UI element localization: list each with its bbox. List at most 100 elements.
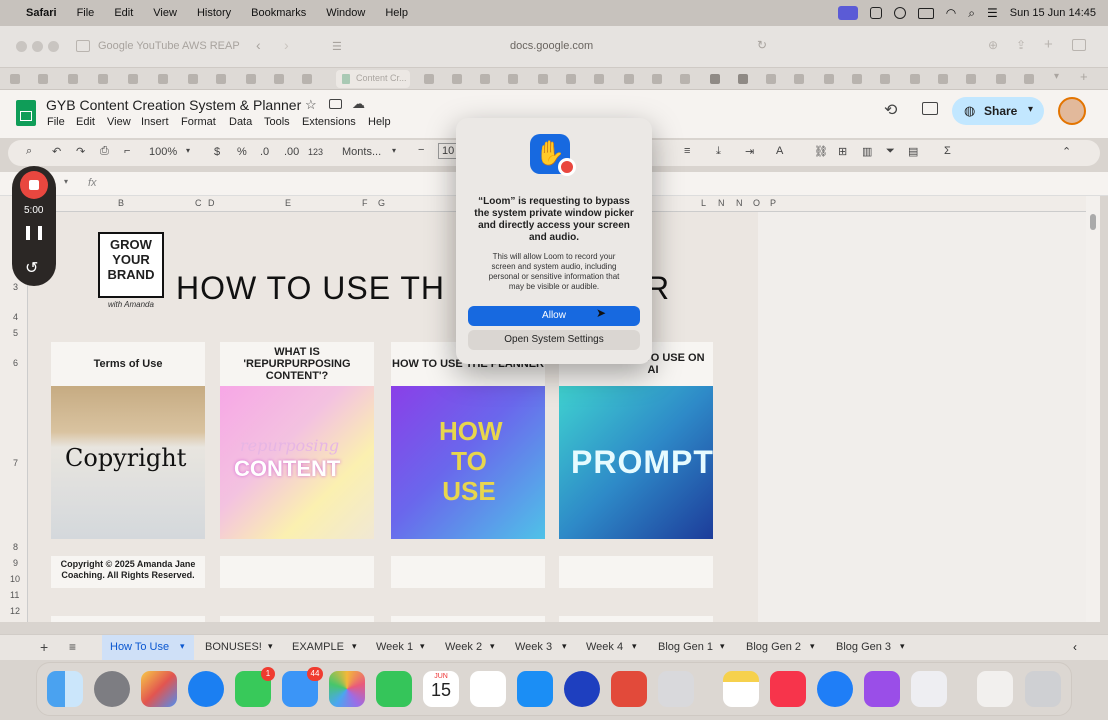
tab-favicon[interactable] <box>1024 74 1034 84</box>
photos-icon[interactable] <box>329 671 365 707</box>
currency-format-button[interactable]: $ <box>214 146 220 158</box>
empty-cell[interactable] <box>391 556 545 588</box>
screen-record-icon[interactable] <box>837 6 858 20</box>
tab-chevron-icon[interactable]: ▾ <box>420 641 425 652</box>
tab-favicon[interactable] <box>274 74 284 84</box>
doc-menu-edit[interactable]: Edit <box>76 116 95 128</box>
tab-favicon[interactable] <box>508 74 518 84</box>
row-8-header[interactable]: 8 <box>13 542 18 552</box>
star-icon[interactable]: ☆ <box>305 97 317 113</box>
open-system-settings-button[interactable]: Open System Settings <box>468 330 640 350</box>
iphone-mirroring-icon[interactable] <box>658 671 694 707</box>
percent-format-button[interactable]: % <box>237 146 247 158</box>
launchpad-icon[interactable] <box>141 671 177 707</box>
collapse-toolbar-icon[interactable]: ⌃ <box>1062 145 1071 158</box>
calendar-icon[interactable]: JUN 15 <box>423 671 459 707</box>
menu-window[interactable]: Window <box>326 7 365 19</box>
menu-edit[interactable]: Edit <box>114 7 133 19</box>
tab-favicon[interactable] <box>824 74 834 84</box>
tab-favicon[interactable] <box>98 74 108 84</box>
align-left-icon[interactable]: ≡ <box>684 145 690 157</box>
minimize-window-button[interactable] <box>32 41 43 52</box>
tab-favicon[interactable] <box>246 74 256 84</box>
tab-favicon[interactable] <box>480 74 490 84</box>
menu-bookmarks[interactable]: Bookmarks <box>251 7 306 19</box>
tab-favicon[interactable] <box>624 74 634 84</box>
tab-favicon[interactable] <box>452 74 462 84</box>
row-9-header[interactable]: 9 <box>13 558 18 568</box>
empty-cell[interactable] <box>559 616 713 622</box>
share-button[interactable]: ◍ Share ▾ <box>952 97 1044 125</box>
search-menus-icon[interactable]: ⌕ <box>26 145 32 158</box>
tab-favicon[interactable] <box>652 74 662 84</box>
insert-link-icon[interactable]: ⛓ <box>814 145 828 158</box>
tab-chevron-icon[interactable]: ▾ <box>490 641 495 652</box>
increase-decimal-button[interactable]: .00 <box>284 146 299 158</box>
tab-chevron-icon[interactable]: ▾ <box>562 641 567 652</box>
doc-menu-data[interactable]: Data <box>229 116 252 128</box>
sheet-tab-blog-gen-3[interactable]: Blog Gen 3 <box>836 641 891 653</box>
tab-chevron-icon[interactable]: ▾ <box>810 641 815 652</box>
text-rotation-icon[interactable]: A <box>776 145 783 157</box>
tab-favicon[interactable] <box>766 74 776 84</box>
column-l-header[interactable]: L <box>701 198 706 208</box>
zoom-chevron-icon[interactable]: ▾ <box>186 146 190 155</box>
sheet-tab-week-3[interactable]: Week 3 <box>515 641 552 653</box>
airmail-icon[interactable] <box>611 671 647 707</box>
tab-favicon[interactable] <box>424 74 434 84</box>
forward-icon[interactable]: › <box>284 37 289 53</box>
notes-icon[interactable] <box>723 671 759 707</box>
column-b-header[interactable]: B <box>118 198 124 208</box>
row-4-header[interactable]: 4 <box>13 312 18 322</box>
column-n-header[interactable]: N <box>736 198 743 208</box>
insert-comment-icon[interactable]: ⊞ <box>838 145 847 158</box>
redo-icon[interactable]: ↷ <box>76 145 85 158</box>
new-tab-icon[interactable]: + <box>1044 36 1053 53</box>
empty-cell[interactable] <box>220 616 374 622</box>
filter-views-icon[interactable]: ▤ <box>908 145 918 158</box>
tab-favicon[interactable] <box>738 74 748 84</box>
column-p-header[interactable]: P <box>770 198 776 208</box>
sheet-tab-blog-gen-1[interactable]: Blog Gen 1 <box>658 641 713 653</box>
comment-icon[interactable] <box>922 102 938 115</box>
script-editor-icon[interactable] <box>911 671 947 707</box>
sheet-tab-bonuses[interactable]: BONUSES! <box>205 641 262 653</box>
tab-favicon[interactable] <box>566 74 576 84</box>
new-tab-icon[interactable]: + <box>1080 69 1088 84</box>
sheet-tab-week-1[interactable]: Week 1 <box>376 641 413 653</box>
tab-favicon[interactable] <box>128 74 138 84</box>
column-e-header[interactable]: E <box>285 198 291 208</box>
all-sheets-icon[interactable]: ≡ <box>69 640 76 654</box>
downloads-icon[interactable]: ⊕ <box>988 38 998 52</box>
menu-help[interactable]: Help <box>385 7 408 19</box>
tab-favicon[interactable] <box>594 74 604 84</box>
restart-icon[interactable]: ↺ <box>25 258 38 278</box>
vertical-scrollbar[interactable] <box>1086 196 1100 622</box>
play-icon[interactable] <box>893 7 906 19</box>
sheets-logo-icon[interactable] <box>16 100 36 126</box>
font-select[interactable]: Monts... <box>342 146 381 158</box>
card-prompt-to-use-on-ai[interactable]: ROMPT TO USE ON AI PROMPT <box>559 342 713 539</box>
system-settings-icon[interactable] <box>94 671 130 707</box>
empty-cell[interactable] <box>220 556 374 588</box>
zoom-select[interactable]: 100% <box>149 146 177 158</box>
podcasts-icon[interactable] <box>864 671 900 707</box>
menu-history[interactable]: History <box>197 7 231 19</box>
avatar[interactable] <box>1058 97 1086 125</box>
sidebar-icon[interactable] <box>76 40 90 52</box>
tab-favicon[interactable] <box>158 74 168 84</box>
tab-favicon[interactable] <box>680 74 690 84</box>
sheet-tab-blog-gen-2[interactable]: Blog Gen 2 <box>746 641 801 653</box>
copyright-cell[interactable]: Copyright © 2025 Amanda Jane Coaching. A… <box>51 556 205 588</box>
tab-favicon[interactable] <box>966 74 976 84</box>
column-f-header[interactable]: F <box>362 198 368 208</box>
close-window-button[interactable] <box>16 41 27 52</box>
move-folder-icon[interactable] <box>329 99 342 109</box>
row-12-header[interactable]: 12 <box>10 606 20 616</box>
menu-file[interactable]: File <box>77 7 95 19</box>
column-g-header[interactable]: G <box>378 198 385 208</box>
control-icon[interactable] <box>869 7 882 19</box>
doc-menu-file[interactable]: File <box>47 116 65 128</box>
pause-icon[interactable] <box>26 226 42 240</box>
downloads-stack-icon[interactable] <box>977 671 1013 707</box>
